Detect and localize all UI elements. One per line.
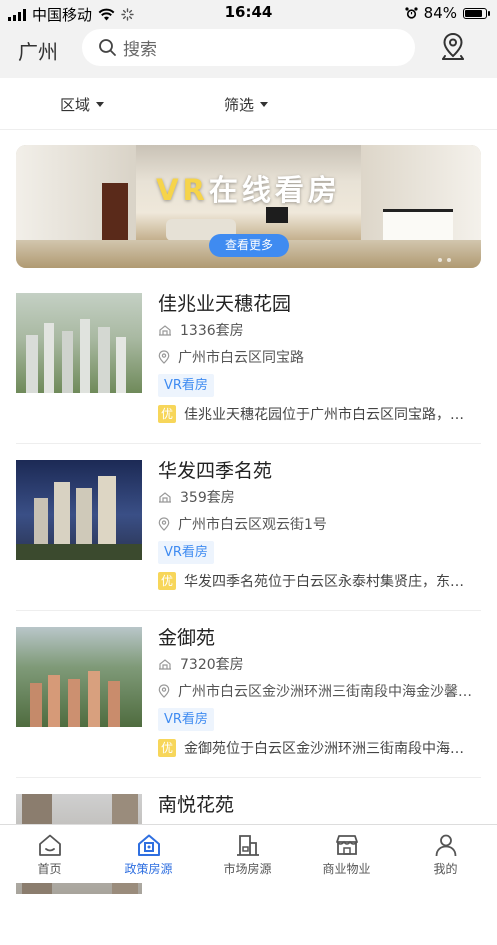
tab-profile-label: 我的 xyxy=(433,862,458,876)
listing-thumbnail xyxy=(16,627,142,727)
list-item[interactable]: 华发四季名苑 359套房 广州市白云区观云街1号 VR看房 优 华发四季名苑位于… xyxy=(16,444,481,611)
list-item[interactable]: 佳兆业天穗花园 1336套房 广州市白云区同宝路 VR看房 优 佳兆业天穗花园位… xyxy=(16,277,481,444)
tab-policy-housing[interactable]: 政策房源 xyxy=(99,833,198,877)
home-icon xyxy=(38,834,61,856)
tab-profile[interactable]: 我的 xyxy=(396,833,495,877)
listing-address: 广州市白云区金沙洲环洲三街南段中海金沙馨… xyxy=(158,681,488,701)
top-bar: 广州 搜索 xyxy=(0,26,497,78)
listing-address: 广州市白云区同宝路 xyxy=(158,347,488,367)
listing-units-text: 7320套房 xyxy=(180,657,244,673)
featured-badge: 优 xyxy=(158,739,176,757)
listing-description-text: 金御苑位于白云区金沙洲环洲三街南段中海… xyxy=(184,741,464,757)
units-icon xyxy=(159,659,171,670)
listing-thumbnail xyxy=(16,293,142,393)
market-house-icon xyxy=(236,835,259,856)
tab-policy-housing-label: 政策房源 xyxy=(124,862,173,876)
listing-address-text: 广州市白云区金沙洲环洲三街南段中海金沙馨… xyxy=(178,684,472,700)
tab-commercial-property[interactable]: 商业物业 xyxy=(297,833,396,877)
banner-page-dots xyxy=(438,258,451,262)
units-icon xyxy=(159,325,171,336)
bottom-tab-bar: 首页 政策房源 市场房源 商业物业 我的 xyxy=(0,824,497,883)
location-icon xyxy=(158,350,170,364)
list-item[interactable]: 金御苑 7320套房 广州市白云区金沙洲环洲三街南段中海金沙馨… VR看房 优 … xyxy=(16,611,481,778)
battery-percent: 84% xyxy=(423,4,457,22)
city-selector[interactable]: 广州 xyxy=(18,36,58,65)
banner-image-part xyxy=(266,207,288,223)
search-icon xyxy=(99,39,116,56)
listing-units: 359套房 xyxy=(158,487,488,507)
profile-icon xyxy=(435,834,456,857)
listing-description-text: 华发四季名苑位于白云区永泰村集贤庄，东… xyxy=(184,574,464,590)
location-icon xyxy=(158,517,170,531)
view-more-button[interactable]: 查看更多 xyxy=(209,234,289,257)
vr-tag: VR看房 xyxy=(158,541,214,564)
banner-title-vr: VR xyxy=(156,173,209,207)
banner-title-rest: 在线看房 xyxy=(208,173,341,207)
map-pin-icon[interactable] xyxy=(440,32,466,62)
alarm-icon xyxy=(405,6,418,19)
listing-description: 优 佳兆业天穗花园位于广州市白云区同宝路，… xyxy=(158,404,483,424)
tab-market-housing-label: 市场房源 xyxy=(223,862,272,876)
banner-title: VR在线看房 xyxy=(16,167,481,209)
listing-title: 南悦花苑 xyxy=(158,794,235,816)
tab-market-housing[interactable]: 市场房源 xyxy=(198,833,297,877)
listing-description: 优 金御苑位于白云区金沙洲环洲三街南段中海… xyxy=(158,738,483,758)
listing-address-text: 广州市白云区同宝路 xyxy=(178,350,304,366)
listing-thumbnail xyxy=(16,460,142,560)
status-bar: 中国移动 16:44 84% xyxy=(0,0,497,26)
featured-badge: 优 xyxy=(158,572,176,590)
listing-address-text: 广州市白云区观云街1号 xyxy=(178,517,327,533)
vr-tag: VR看房 xyxy=(158,374,214,397)
filter-more-dropdown[interactable]: 筛选 xyxy=(224,94,269,115)
filter-bar: 区域 筛选 xyxy=(0,78,497,130)
listing-description: 优 华发四季名苑位于白云区永泰村集贤庄，东… xyxy=(158,571,483,591)
filter-more-label: 筛选 xyxy=(224,96,255,114)
filter-area-label: 区域 xyxy=(60,96,91,114)
listing-title: 佳兆业天穗花园 xyxy=(158,293,292,315)
listing-address: 广州市白云区观云街1号 xyxy=(158,514,488,534)
shop-icon xyxy=(335,835,358,855)
location-icon xyxy=(158,684,170,698)
featured-badge: 优 xyxy=(158,405,176,423)
listing-units: 7320套房 xyxy=(158,654,488,674)
listing-title: 金御苑 xyxy=(158,627,216,649)
filter-area-dropdown[interactable]: 区域 xyxy=(60,94,105,115)
tab-commercial-property-label: 商业物业 xyxy=(322,862,371,876)
search-input[interactable]: 搜索 xyxy=(82,29,415,66)
units-icon xyxy=(159,492,171,503)
vr-tag: VR看房 xyxy=(158,708,214,731)
tab-home[interactable]: 首页 xyxy=(0,833,99,877)
listing-units-text: 359套房 xyxy=(180,490,235,506)
policy-house-icon xyxy=(137,834,160,856)
search-placeholder: 搜索 xyxy=(123,40,157,60)
listing-description-text: 佳兆业天穗花园位于广州市白云区同宝路，… xyxy=(184,407,464,423)
caret-down-icon xyxy=(260,102,269,107)
listing-title: 华发四季名苑 xyxy=(158,460,273,482)
battery-icon xyxy=(463,7,490,19)
vr-banner[interactable]: VR在线看房 查看更多 xyxy=(16,145,481,268)
tab-home-label: 首页 xyxy=(37,862,62,876)
caret-down-icon xyxy=(96,102,105,107)
listing-units-text: 1336套房 xyxy=(180,323,244,339)
listing-units: 1336套房 xyxy=(158,320,488,340)
